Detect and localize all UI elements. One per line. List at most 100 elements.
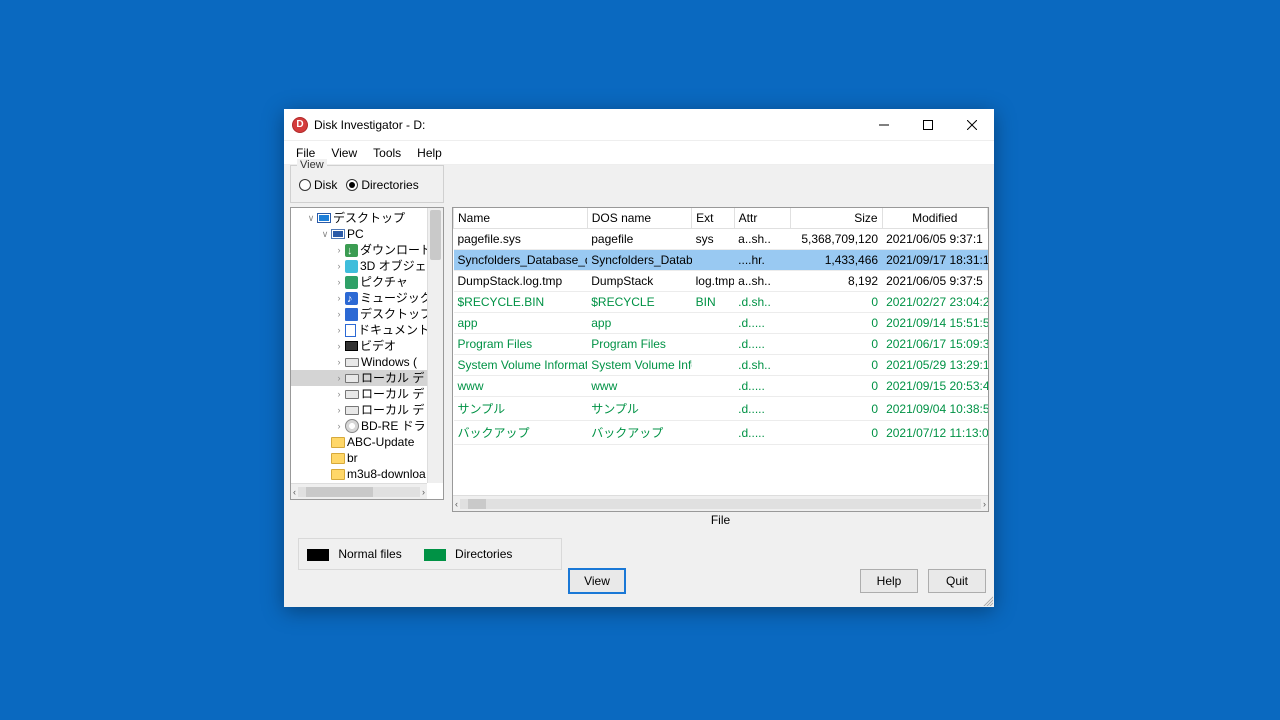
app-icon: D <box>292 117 308 133</box>
col-modified[interactable]: Modified <box>882 208 987 229</box>
tree-item-label: ABC-Update <box>347 434 414 450</box>
tree-item[interactable]: › ミュージック <box>291 290 444 306</box>
table-row[interactable]: バックアップバックアップ.d.....02021/07/12 11:13:0 <box>454 421 988 445</box>
tree-item[interactable]: ∨PC <box>291 226 444 242</box>
tree-expand-icon[interactable]: › <box>333 274 345 290</box>
table-row[interactable]: System Volume InformationSystem Volume I… <box>454 355 988 376</box>
tree-expand-icon[interactable]: › <box>333 242 345 258</box>
tree-item-label: Windows ( <box>361 354 417 370</box>
tree-expand-icon[interactable]: › <box>333 386 345 402</box>
col-name[interactable]: Name <box>454 208 588 229</box>
minimize-button[interactable] <box>862 110 906 140</box>
scroll-left-icon[interactable]: ‹ <box>455 499 458 509</box>
tree-expand-icon[interactable]: ∨ <box>319 226 331 242</box>
tree-item[interactable]: › ローカル デ <box>291 370 444 386</box>
monitor-icon <box>317 213 331 223</box>
tree-item[interactable]: ›ダウンロード <box>291 242 444 258</box>
tree-item[interactable]: m3u8-downloa <box>291 466 444 482</box>
tree-item[interactable]: ABC-Update <box>291 434 444 450</box>
radio-disk[interactable]: Disk <box>299 178 337 192</box>
titlebar[interactable]: D Disk Investigator - D: <box>284 109 994 141</box>
tree-item[interactable]: ›ドキュメント <box>291 322 444 338</box>
tree-item-label: ローカル デ <box>361 370 424 386</box>
tree-expand-icon[interactable]: › <box>333 306 345 322</box>
cell-attr: a..sh.. <box>734 271 791 292</box>
drive-icon <box>345 406 359 415</box>
table-row[interactable]: DumpStack.log.tmpDumpStacklog.tmpa..sh..… <box>454 271 988 292</box>
radio-directories[interactable]: Directories <box>346 178 418 192</box>
tree-item-label: 3D オブジェ <box>360 258 427 274</box>
col-ext[interactable]: Ext <box>692 208 735 229</box>
legend-normal: Normal files <box>307 547 402 561</box>
cell-dos: pagefile <box>587 229 691 250</box>
col-size[interactable]: Size <box>791 208 882 229</box>
obj3d-icon <box>345 260 358 273</box>
tree-item[interactable]: › Windows ( <box>291 354 444 370</box>
tree-expand-icon[interactable]: › <box>333 418 345 434</box>
tree-hscrollbar[interactable]: ‹ › <box>291 483 427 499</box>
file-hscrollbar[interactable]: ‹ › <box>453 495 988 511</box>
swatch-normal-icon <box>307 549 329 561</box>
cell-attr: .d..... <box>734 313 791 334</box>
table-row[interactable]: $RECYCLE.BIN$RECYCLEBIN.d.sh..02021/02/2… <box>454 292 988 313</box>
maximize-button[interactable] <box>906 110 950 140</box>
table-row[interactable]: wwwwww.d.....02021/09/15 20:53:4 <box>454 376 988 397</box>
tree-item[interactable]: ›ビデオ <box>291 338 444 354</box>
tree-item[interactable]: br <box>291 450 444 466</box>
scroll-left-icon[interactable]: ‹ <box>293 487 296 497</box>
tree-item[interactable]: ∨デスクトップ <box>291 210 444 226</box>
resize-grip-icon[interactable] <box>981 594 993 606</box>
table-row[interactable]: pagefile.syspagefilesysa..sh..5,368,709,… <box>454 229 988 250</box>
table-row[interactable]: サンプルサンプル.d.....02021/09/04 10:38:5 <box>454 397 988 421</box>
cell-attr: ....hr. <box>734 250 791 271</box>
close-button[interactable] <box>950 110 994 140</box>
pic-icon <box>345 276 358 289</box>
table-row[interactable]: Syncfolders_Database_dbSyncfolders_Datab… <box>454 250 988 271</box>
tree-item[interactable]: ›ローカル デ <box>291 402 444 418</box>
cell-name: app <box>454 313 588 334</box>
menu-tools[interactable]: Tools <box>367 144 407 162</box>
tree-item[interactable]: ›ローカル デ <box>291 386 444 402</box>
legend-normal-label: Normal files <box>338 547 401 561</box>
menu-view[interactable]: View <box>325 144 363 162</box>
tree-item[interactable]: ›デスクトップ <box>291 306 444 322</box>
table-row[interactable]: Program FilesProgram Files.d.....02021/0… <box>454 334 988 355</box>
tree-expand-icon[interactable]: › <box>333 402 345 418</box>
close-icon <box>967 120 977 130</box>
tree-expand-icon[interactable]: › <box>333 338 345 354</box>
menu-help[interactable]: Help <box>411 144 448 162</box>
cell-size: 0 <box>791 334 882 355</box>
dl-icon <box>345 244 358 257</box>
cell-dos: System Volume Infor <box>587 355 691 376</box>
tree-expand-icon[interactable]: › <box>333 354 345 370</box>
col-attr[interactable]: Attr <box>734 208 791 229</box>
help-button[interactable]: Help <box>860 569 918 593</box>
tree-expand-icon[interactable]: ∨ <box>305 210 317 226</box>
scroll-right-icon[interactable]: › <box>422 487 425 497</box>
view-button[interactable]: View <box>568 568 626 594</box>
tree-item-label: ミュージック <box>360 290 432 306</box>
swatch-dir-icon <box>424 549 446 561</box>
col-dosname[interactable]: DOS name <box>587 208 691 229</box>
tree-expand-icon[interactable]: › <box>333 322 345 338</box>
cell-ext <box>692 421 735 445</box>
tree-expand-icon[interactable]: › <box>333 290 345 306</box>
table-row[interactable]: appapp.d.....02021/09/14 15:51:5 <box>454 313 988 334</box>
cell-name: System Volume Information <box>454 355 588 376</box>
quit-button[interactable]: Quit <box>928 569 986 593</box>
scroll-right-icon[interactable]: › <box>983 499 986 509</box>
tree-expand-icon[interactable]: › <box>333 370 345 386</box>
file-table[interactable]: Name DOS name Ext Attr Size Modified pag… <box>452 207 989 512</box>
drive-icon <box>345 390 359 399</box>
cell-dos: www <box>587 376 691 397</box>
tree-item[interactable]: ›BD-RE ドラ <box>291 418 444 434</box>
cell-ext <box>692 355 735 376</box>
tree-item[interactable]: ›ピクチャ <box>291 274 444 290</box>
tree-item[interactable]: › 3D オブジェ <box>291 258 444 274</box>
cell-name: pagefile.sys <box>454 229 588 250</box>
tree-vscrollbar[interactable] <box>427 208 443 483</box>
folder-tree[interactable]: ∨デスクトップ∨PC›ダウンロード›3D オブジェ›ピクチャ›ミュージック›デス… <box>290 207 444 500</box>
cell-name: www <box>454 376 588 397</box>
legend-dirs-label: Directories <box>455 547 512 561</box>
tree-expand-icon[interactable]: › <box>333 258 345 274</box>
